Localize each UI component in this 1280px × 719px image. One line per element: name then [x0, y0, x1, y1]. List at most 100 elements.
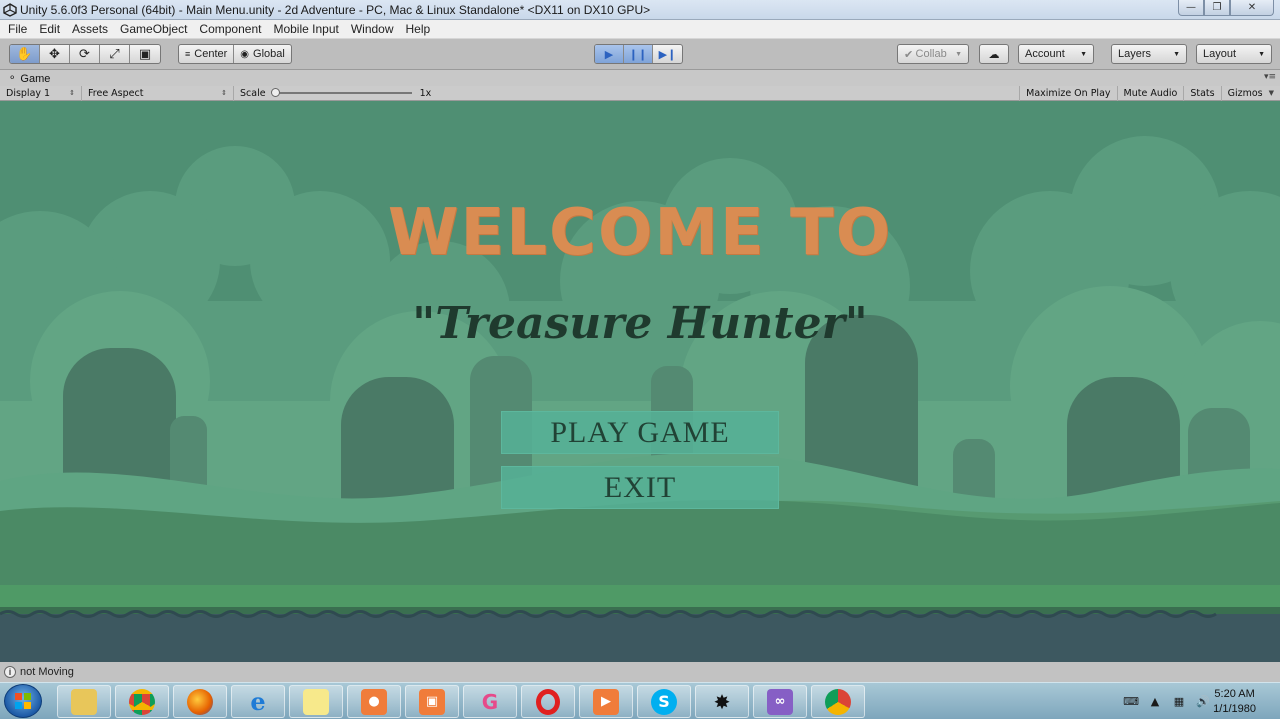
game-view-icon: ⚬: [8, 73, 17, 84]
menu-help[interactable]: Help: [400, 22, 437, 36]
move-icon: ✥: [49, 46, 60, 62]
rotate-icon: ⟳: [79, 46, 90, 62]
gizmos-label: Gizmos: [1227, 87, 1263, 99]
updown-icon: ⇕: [221, 89, 227, 97]
info-icon: i: [4, 666, 16, 678]
pivot-global-button[interactable]: ◉ Global: [234, 45, 291, 63]
menu-component[interactable]: Component: [193, 22, 267, 36]
minimize-button[interactable]: —: [1178, 0, 1204, 16]
pivot-center-button[interactable]: ≡ Center: [179, 45, 235, 63]
play-icon: ▶: [604, 47, 614, 61]
center-icon: ≡: [185, 49, 191, 59]
account-dropdown[interactable]: Account ▼: [1018, 44, 1094, 64]
start-button[interactable]: [4, 684, 42, 718]
hand-icon: ✋: [16, 46, 33, 62]
cloud-button[interactable]: ☁: [979, 44, 1009, 64]
pivot-center-label: Center: [194, 48, 228, 60]
firefox-icon: [187, 688, 213, 715]
play-game-button[interactable]: PLAY GAME: [501, 411, 779, 454]
taskbar-firefox[interactable]: [173, 685, 227, 718]
play-button[interactable]: ▶: [595, 45, 624, 63]
stats-toggle[interactable]: Stats: [1184, 85, 1222, 101]
pause-button[interactable]: ❙❙: [624, 45, 653, 63]
mute-audio-label: Mute Audio: [1123, 87, 1178, 99]
game-viewport[interactable]: WELCOME TO "Treasure Hunter" PLAY GAME E…: [0, 101, 1280, 662]
layout-dropdown[interactable]: Layout ▼: [1196, 44, 1272, 64]
keyboard-icon[interactable]: ⌨: [1123, 695, 1139, 708]
windows-logo-icon: [15, 693, 31, 709]
network-icon[interactable]: ▦: [1172, 695, 1186, 708]
gizmos-dropdown[interactable]: Gizmos ▼: [1222, 86, 1280, 101]
restore-button[interactable]: ❐: [1204, 0, 1230, 16]
display-label: Display 1: [6, 87, 51, 99]
stats-label: Stats: [1190, 87, 1215, 99]
menu-window[interactable]: Window: [345, 22, 400, 36]
ie-icon: e: [250, 687, 266, 716]
welcome-heading: WELCOME TO: [387, 196, 893, 270]
taskbar-recorder[interactable]: ●: [347, 685, 401, 718]
aspect-dropdown[interactable]: Free Aspect ⇕: [82, 85, 234, 101]
tab-game[interactable]: ⚬ Game: [2, 71, 59, 86]
menu-bar: File Edit Assets GameObject Component Mo…: [0, 20, 1280, 39]
console-status-bar[interactable]: i not Moving: [0, 662, 1280, 682]
menu-mobile-input[interactable]: Mobile Input: [267, 22, 344, 36]
scale-icon: ⤢: [109, 46, 120, 62]
layers-dropdown[interactable]: Layers ▼: [1111, 44, 1187, 64]
menu-gameobject[interactable]: GameObject: [114, 22, 193, 36]
minimize-icon: —: [1186, 2, 1196, 13]
mute-audio-toggle[interactable]: Mute Audio: [1118, 85, 1185, 101]
layout-label: Layout: [1203, 48, 1237, 60]
rect-tool-button[interactable]: ▣: [130, 45, 160, 63]
scale-slider[interactable]: [270, 88, 412, 97]
taskbar-ie[interactable]: e: [231, 685, 285, 718]
tab-menu-icon[interactable]: ▾≡: [1264, 72, 1276, 82]
recorder-icon: ●: [361, 688, 387, 715]
display-dropdown[interactable]: Display 1 ⇕: [0, 85, 82, 101]
globe-icon: ◉: [240, 48, 250, 60]
taskbar-opera[interactable]: [521, 685, 575, 718]
scale-value: 1x: [419, 87, 432, 99]
window-title-bar: Unity 5.6.0f3 Personal (64bit) - Main Me…: [0, 0, 1280, 20]
rect-tool-icon: ▣: [138, 46, 152, 62]
rotate-tool-button[interactable]: ⟳: [70, 45, 100, 63]
menu-file[interactable]: File: [2, 22, 33, 36]
scale-tool-button[interactable]: ⤢: [100, 45, 130, 63]
taskbar-skype[interactable]: S: [637, 685, 691, 718]
pivot-toggles: ≡ Center ◉ Global: [178, 44, 292, 64]
opera-icon: [536, 688, 560, 715]
taskbar-clock[interactable]: 5:20 AM 1/1/1980: [1213, 687, 1256, 717]
maximize-on-play-toggle[interactable]: Maximize On Play: [1019, 85, 1118, 101]
menu-assets[interactable]: Assets: [66, 22, 114, 36]
cloud-icon: ☁: [988, 48, 1000, 61]
taskbar-media[interactable]: ▶: [579, 685, 633, 718]
menu-edit[interactable]: Edit: [33, 22, 66, 36]
taskbar-chrome-2[interactable]: [811, 685, 865, 718]
close-icon: ✕: [1247, 2, 1257, 13]
move-tool-button[interactable]: ✥: [40, 45, 70, 63]
taskbar-unity[interactable]: ✸: [695, 685, 749, 718]
clock-date: 1/1/1980: [1213, 703, 1256, 715]
volume-icon[interactable]: 🔊: [1196, 695, 1210, 708]
skype-icon: S: [651, 688, 677, 715]
taskbar-chrome[interactable]: [115, 685, 169, 718]
updown-icon: ⇕: [69, 89, 75, 97]
taskbar-visual-studio[interactable]: ∞: [753, 685, 807, 718]
scale-slider-handle[interactable]: [270, 88, 280, 97]
collab-dropdown[interactable]: ✔ Collab ▼: [897, 44, 969, 64]
taskbar-explorer[interactable]: [57, 685, 111, 718]
system-tray: ⌨ ▲ ▦ 🔊: [1123, 683, 1210, 719]
close-button[interactable]: ✕: [1230, 0, 1274, 16]
taskbar-sticky[interactable]: [289, 685, 343, 718]
os-taskbar: e ● ▣ G ▶ S ✸ ∞ ⌨ ▲ ▦ 🔊 5:20 AM 1/1/1980: [0, 682, 1280, 719]
playback-controls: ▶ ❙❙ ▶❙: [594, 44, 683, 64]
taskbar-g-app[interactable]: G: [463, 685, 517, 718]
hand-tool-button[interactable]: ✋: [10, 45, 40, 63]
window-title: Unity 5.6.0f3 Personal (64bit) - Main Me…: [20, 3, 651, 17]
step-button[interactable]: ▶❙: [653, 45, 682, 63]
maximize-on-play-label: Maximize On Play: [1026, 87, 1111, 99]
tray-expand-icon[interactable]: ▲: [1148, 695, 1162, 708]
exit-button[interactable]: EXIT: [501, 466, 779, 509]
folder-icon: [71, 688, 97, 715]
taskbar-camera[interactable]: ▣: [405, 685, 459, 718]
chrome-icon: [129, 688, 155, 715]
